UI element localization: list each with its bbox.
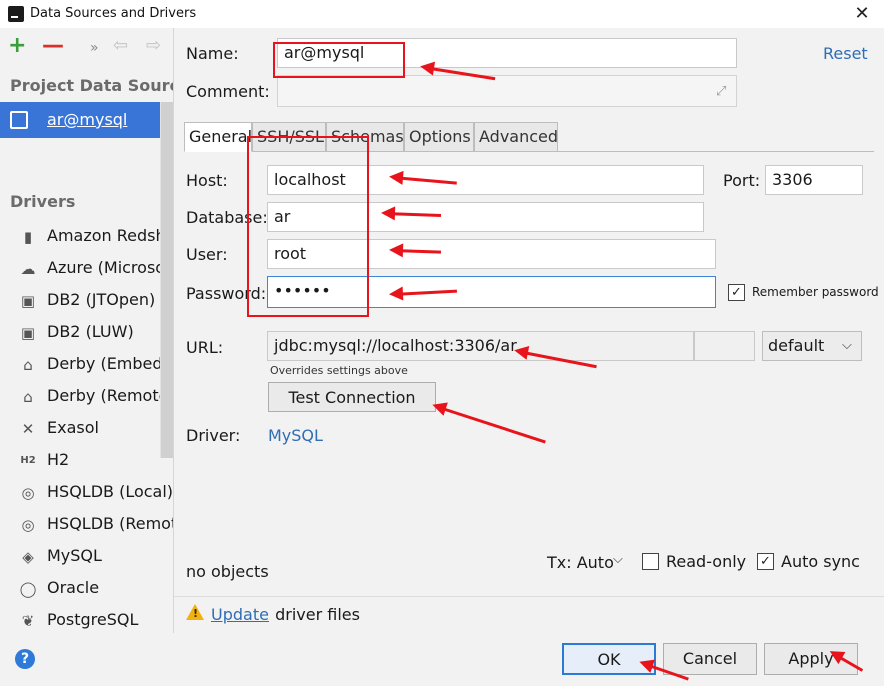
- url-extra-field[interactable]: [694, 331, 755, 361]
- driver-label: H2: [47, 450, 70, 469]
- readonly-label: Read-only: [666, 552, 747, 571]
- driver-label: MySQL: [47, 546, 102, 565]
- driver-list-item[interactable]: ◯ Oracle: [0, 573, 173, 605]
- driver-list-item[interactable]: ◎ HSQLDB (Remote: [0, 509, 174, 541]
- mysql-icon: ◈: [22, 548, 34, 566]
- derby-hat-icon: ⌂: [23, 388, 33, 406]
- app-logo-icon: [8, 6, 24, 22]
- test-connection-button[interactable]: Test Connection: [268, 382, 436, 412]
- driver-label: Azure (Microsoft: [47, 258, 174, 277]
- annotation-box-connection: [247, 136, 369, 317]
- azure-cloud-icon: ☁: [20, 260, 36, 278]
- derby-hat-icon: ⌂: [23, 356, 33, 374]
- sidebar: + — » ⇦ ⇨ Project Data Sources ar@mysql …: [0, 28, 174, 633]
- name-label: Name:: [186, 44, 239, 63]
- hsqldb-icon: ◎: [21, 484, 35, 502]
- driver-list-item[interactable]: ✕ Exasol: [0, 413, 173, 445]
- driver-label: Derby (Remote): [47, 386, 174, 405]
- cancel-button[interactable]: Cancel: [663, 643, 757, 675]
- driver-link[interactable]: MySQL: [268, 426, 323, 445]
- sidebar-scrollbar-thumb[interactable]: [161, 102, 173, 458]
- driver-label: DB2 (LUW): [47, 322, 134, 341]
- driver-label: PostgreSQL: [47, 610, 139, 629]
- db2-icon: ▣: [20, 292, 36, 310]
- h2-icon: H2: [20, 455, 36, 466]
- divider: [174, 596, 884, 597]
- help-icon[interactable]: ?: [15, 649, 35, 669]
- tab-advanced[interactable]: Advanced: [474, 122, 558, 152]
- driver-list-item[interactable]: ▣ DB2 (LUW): [0, 317, 173, 349]
- oracle-icon: ◯: [19, 580, 37, 598]
- tx-mode-dropdown[interactable]: Tx: Auto: [547, 553, 614, 572]
- driver-list-item[interactable]: ⌂ Derby (Embedde: [0, 349, 174, 381]
- close-icon[interactable]: ✕: [850, 2, 874, 26]
- remember-password-label: Remember password: [752, 285, 879, 299]
- url-label: URL:: [186, 338, 224, 357]
- tab-general[interactable]: General: [184, 122, 252, 152]
- chevron-down-icon[interactable]: ⌵: [842, 331, 852, 361]
- readonly-checkbox[interactable]: [642, 553, 659, 570]
- driver-list-item[interactable]: ◎ HSQLDB (Local): [0, 477, 174, 509]
- url-hint: Overrides settings above: [270, 364, 408, 377]
- driver-list-item[interactable]: ▣ DB2 (JTOpen): [0, 285, 173, 317]
- driver-label: Amazon Redshift: [47, 226, 174, 245]
- exasol-icon: ✕: [21, 420, 35, 438]
- db2-icon: ▣: [20, 324, 36, 342]
- tx-chevron-down-icon[interactable]: ⌵: [613, 552, 623, 567]
- driver-list-item[interactable]: H2 H2: [0, 445, 173, 477]
- driver-label: Oracle: [47, 578, 100, 597]
- update-driver-text: driver files: [270, 605, 360, 624]
- driver-label: DB2 (JTOpen): [47, 290, 156, 309]
- autosync-checkbox[interactable]: ✓: [757, 553, 774, 570]
- driver-list-item[interactable]: ▮ Amazon Redshift: [0, 221, 174, 253]
- driver-list: ▮ Amazon Redshift ☁ Azure (Microsoft ▣ DB2 (J…: [0, 28, 174, 633]
- reset-link[interactable]: Reset: [823, 44, 868, 63]
- warning-mark: !: [193, 607, 199, 620]
- port-input[interactable]: 3306: [765, 165, 863, 195]
- autosync-label: Auto sync: [781, 552, 860, 571]
- annotation-box-name: [273, 42, 405, 78]
- comment-input[interactable]: [277, 75, 737, 107]
- tab-options[interactable]: Options: [404, 122, 474, 152]
- driver-label: HSQLDB (Local): [47, 482, 174, 501]
- driver-label: Exasol: [47, 418, 99, 437]
- driver-label: Derby (Embedde: [47, 354, 174, 373]
- driver-list-item[interactable]: ⌂ Derby (Remote): [0, 381, 174, 413]
- postgresql-icon: ❦: [21, 612, 35, 630]
- user-label: User:: [186, 245, 228, 264]
- port-label: Port:: [723, 171, 761, 190]
- comment-label: Comment:: [186, 82, 270, 101]
- redshift-icon: ▮: [23, 228, 33, 246]
- hsqldb-icon: ◎: [21, 516, 35, 534]
- driver-label: HSQLDB (Remote: [47, 514, 174, 533]
- window-title: Data Sources and Drivers: [30, 6, 197, 21]
- update-link[interactable]: Update: [211, 605, 269, 624]
- remember-password-checkbox[interactable]: ✓: [728, 284, 745, 301]
- objects-status: no objects: [186, 562, 269, 581]
- driver-list-item[interactable]: ❦ PostgreSQL: [0, 605, 173, 633]
- driver-label: Driver:: [186, 426, 241, 445]
- driver-list-item[interactable]: ◈ MySQL: [0, 541, 173, 573]
- url-input[interactable]: jdbc:mysql://localhost:3306/ar: [267, 331, 694, 361]
- host-label: Host:: [186, 171, 228, 190]
- expand-icon[interactable]: ⤢: [716, 84, 726, 99]
- driver-list-item[interactable]: ☁ Azure (Microsoft: [0, 253, 174, 285]
